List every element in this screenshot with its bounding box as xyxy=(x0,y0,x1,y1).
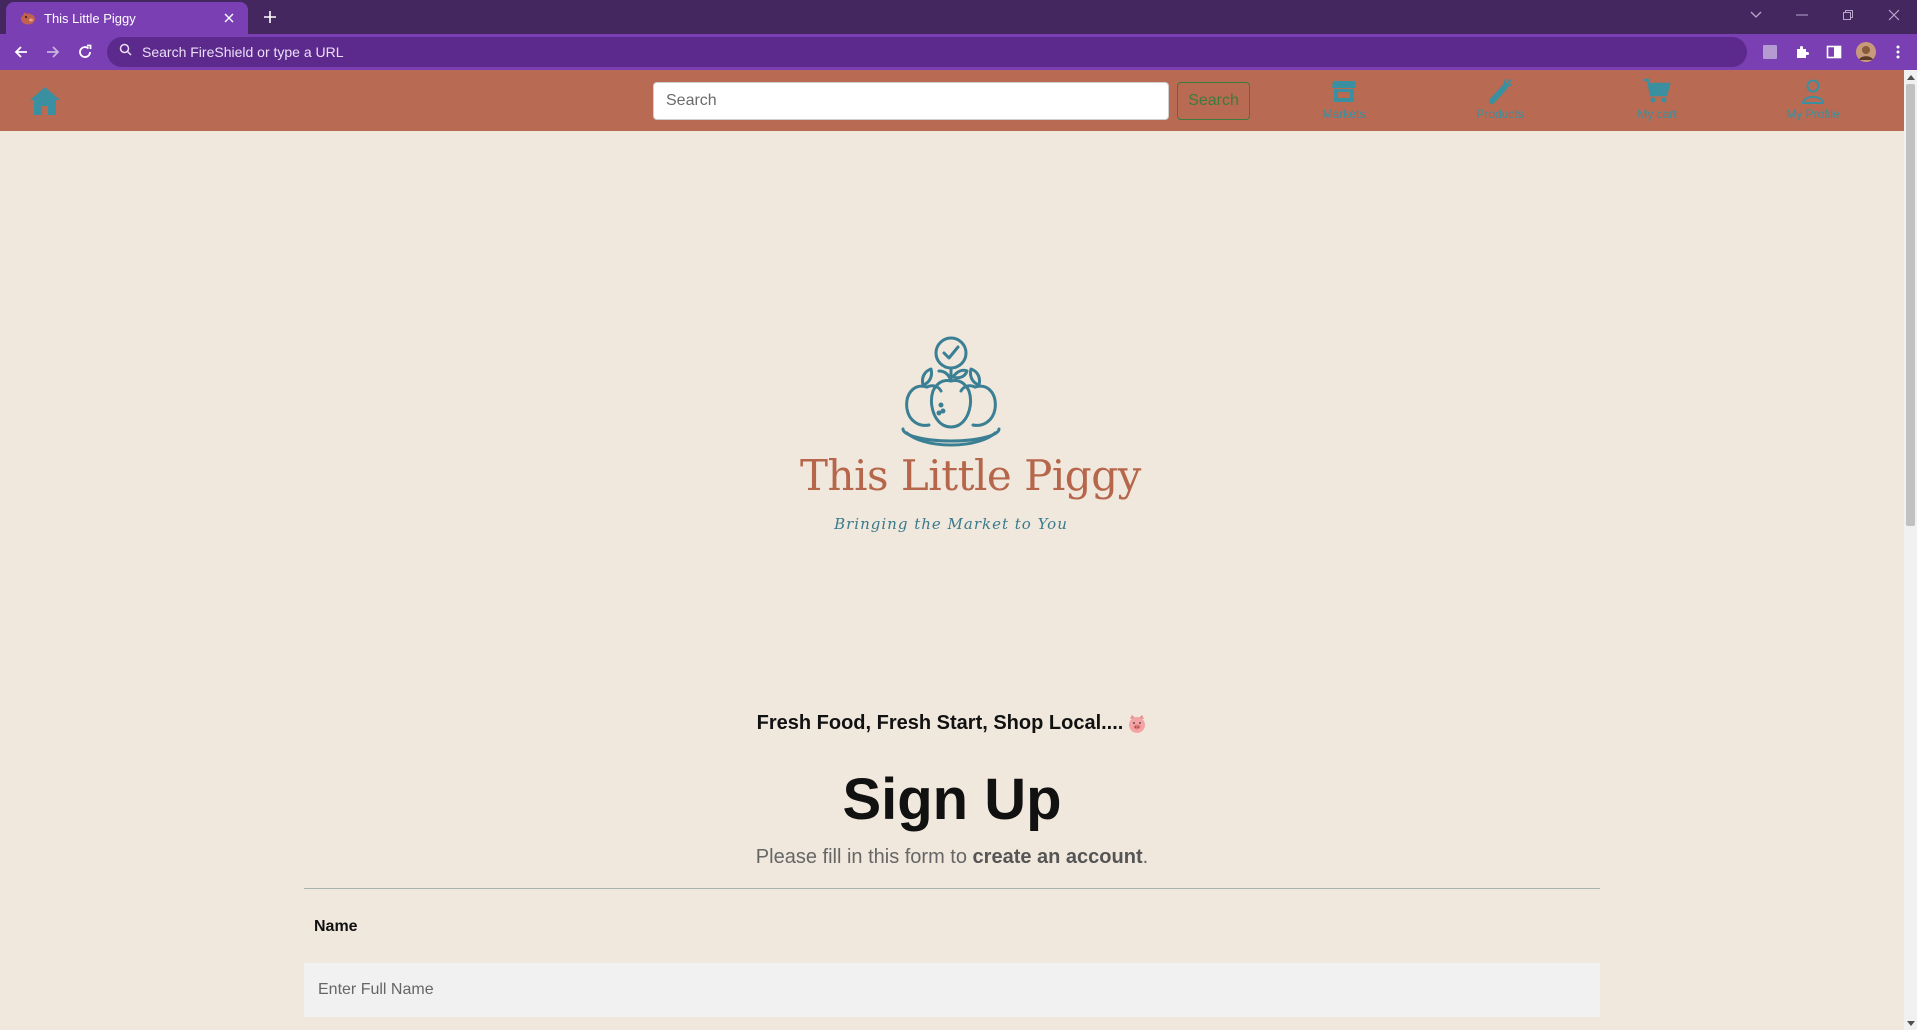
site-search-button[interactable]: Search xyxy=(1177,82,1250,120)
name-label: Name xyxy=(314,918,358,935)
tab-title: This Little Piggy xyxy=(44,10,136,26)
instructions-suffix: . xyxy=(1142,846,1149,868)
fruit-basket-logo-icon xyxy=(901,336,1001,447)
browser-menu-icon[interactable] xyxy=(1888,42,1908,62)
extension-square-icon[interactable] xyxy=(1760,42,1780,62)
brand-name: This Little Piggy xyxy=(800,451,1141,500)
window-controls xyxy=(1733,0,1917,30)
browser-tab-active[interactable]: This Little Piggy xyxy=(6,2,248,34)
browser-toolbar: Search FireShield or type a URL xyxy=(0,34,1917,70)
home-icon[interactable] xyxy=(28,84,62,118)
nav-item-markets[interactable]: Markets xyxy=(1289,76,1399,128)
site-navbar: Search Markets Products My cart My Profi… xyxy=(0,70,1904,131)
page-title: Sign Up xyxy=(842,767,1062,832)
close-window-icon[interactable] xyxy=(1871,0,1917,30)
brand-tagline: Bringing the Market to You xyxy=(834,515,1068,533)
nav-item-cart[interactable]: My cart xyxy=(1602,76,1712,128)
page-scrollbar[interactable] xyxy=(1904,70,1917,1030)
nav-item-label: Products xyxy=(1476,107,1524,121)
minimize-icon[interactable] xyxy=(1779,0,1825,30)
nav-item-label: My cart xyxy=(1637,107,1677,121)
brand-logo: This Little Piggy Bringing the Market to… xyxy=(800,335,1141,535)
nav-item-profile[interactable]: My Profile xyxy=(1758,76,1868,128)
side-panel-icon[interactable] xyxy=(1824,42,1844,62)
back-arrow-icon[interactable] xyxy=(8,39,34,65)
instructions-emphasis: create an account xyxy=(972,846,1143,868)
pig-face-icon xyxy=(1127,714,1147,734)
forward-arrow-icon[interactable] xyxy=(40,39,66,65)
form-instructions: Please fill in this form to create an ac… xyxy=(0,846,1904,869)
tab-search-chevron-icon[interactable] xyxy=(1733,0,1779,30)
slogan-text: Fresh Food, Fresh Start, Shop Local.... xyxy=(756,712,1124,734)
address-bar-placeholder: Search FireShield or type a URL xyxy=(142,44,344,60)
restore-icon[interactable] xyxy=(1825,0,1871,30)
profile-avatar-icon[interactable] xyxy=(1856,42,1876,62)
search-icon xyxy=(119,43,132,61)
new-tab-button[interactable] xyxy=(258,5,282,29)
carrot-icon xyxy=(1485,76,1515,106)
scroll-down-icon[interactable] xyxy=(1904,1016,1917,1030)
address-bar[interactable]: Search FireShield or type a URL xyxy=(107,37,1747,67)
scroll-up-icon[interactable] xyxy=(1904,70,1917,84)
store-icon xyxy=(1329,76,1359,106)
nav-item-label: Markets xyxy=(1322,107,1366,121)
reload-icon[interactable] xyxy=(72,39,98,65)
user-icon xyxy=(1798,76,1828,106)
scroll-thumb[interactable] xyxy=(1906,84,1915,526)
extensions-puzzle-icon[interactable] xyxy=(1792,42,1812,62)
instructions-prefix: Please fill in this form to xyxy=(755,846,973,868)
nav-item-label: My Profile xyxy=(1786,107,1840,121)
slogan: Fresh Food, Fresh Start, Shop Local.... xyxy=(0,712,1904,735)
form-divider xyxy=(304,888,1600,889)
full-name-input[interactable] xyxy=(304,963,1600,1017)
nav-item-products[interactable]: Products xyxy=(1445,76,1555,128)
browser-tabstrip: This Little Piggy xyxy=(0,0,1917,34)
tab-close-icon[interactable] xyxy=(220,9,238,27)
cart-icon xyxy=(1642,76,1672,106)
site-search-input[interactable] xyxy=(653,82,1169,120)
pig-favicon-icon xyxy=(20,10,36,26)
